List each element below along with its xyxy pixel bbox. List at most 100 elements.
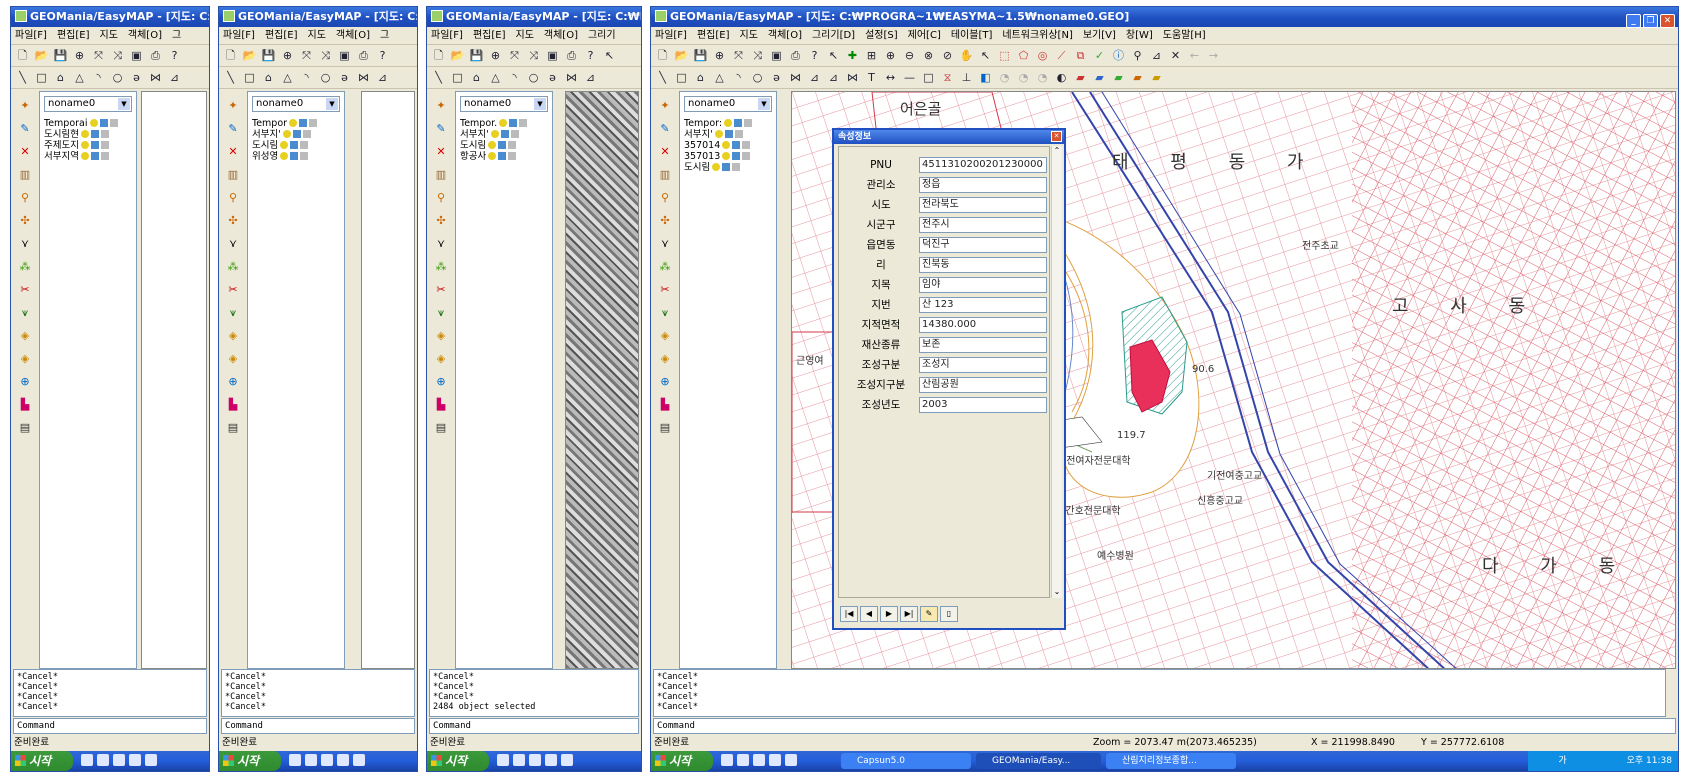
app-window-main[interactable]: GEOMania/EasyMAP - [지도: C:₩PROGRA~1₩EASY… (650, 6, 1679, 772)
color2-icon[interactable]: ◔ (1016, 70, 1031, 85)
clear-icon[interactable]: ✕ (1168, 48, 1183, 63)
desktop-icon[interactable] (737, 754, 749, 766)
delete-icon[interactable]: ✕ (433, 144, 449, 160)
menu-edit[interactable]: 편집[E] (57, 30, 90, 41)
triangle-tool-icon[interactable]: △ (488, 70, 503, 85)
edit-layer-icon[interactable] (498, 152, 507, 160)
pan-icon[interactable]: ✚ (845, 48, 860, 63)
map-view[interactable] (141, 91, 207, 669)
taskbar-item[interactable]: Capsun5.0 (841, 753, 971, 769)
pin-icon[interactable]: ⚲ (225, 190, 241, 206)
layer-style-icon[interactable] (734, 130, 743, 138)
crosshair-icon[interactable]: ⊕ (433, 374, 449, 390)
zoom-in-icon[interactable]: ⊕ (280, 48, 295, 63)
aerial-photo-view[interactable] (565, 91, 639, 669)
layer-item[interactable]: 도시림현 (44, 129, 132, 140)
zoom-window-icon[interactable]: ⤨ (318, 48, 333, 63)
rotate-icon[interactable]: ⋈ (845, 70, 860, 85)
pin-icon[interactable]: ⚲ (17, 190, 33, 206)
open-folder-icon[interactable]: 📂 (242, 48, 257, 63)
back-icon[interactable]: ← (1187, 48, 1202, 63)
theme-icon[interactable]: ▙ (17, 397, 33, 413)
menu-object[interactable]: 객체[O] (336, 30, 370, 41)
new-file-icon[interactable]: 🗋 (431, 48, 446, 63)
book-icon[interactable]: ▥ (225, 167, 241, 183)
edit-layer-icon[interactable] (90, 152, 99, 160)
menu-window[interactable]: 창[W] (1126, 30, 1153, 41)
menu-settings[interactable]: 설정[S] (865, 30, 898, 41)
layer-item[interactable]: 도시림 (460, 140, 548, 151)
add-layer-icon[interactable]: ✦ (433, 98, 449, 114)
merge-icon[interactable]: ⁂ (17, 259, 33, 275)
attribute-value[interactable]: 조성지 (919, 357, 1047, 373)
table-icon[interactable]: ▤ (657, 420, 673, 436)
scroll-up-icon[interactable]: ⌃ (1052, 146, 1062, 155)
menu-object[interactable]: 객체[O] (128, 30, 162, 41)
lightbulb-icon[interactable] (490, 130, 499, 138)
triangle-tool-icon[interactable]: △ (72, 70, 87, 85)
lightbulb-icon[interactable] (722, 152, 731, 160)
hline-icon[interactable]: — (902, 70, 917, 85)
print-icon[interactable]: ⎙ (356, 48, 371, 63)
add-layer-icon[interactable]: ✦ (17, 98, 33, 114)
lightbulb-icon[interactable] (80, 130, 89, 138)
ie-icon[interactable] (497, 754, 509, 766)
start-button[interactable]: 시작 (11, 751, 73, 771)
print-preview-icon[interactable]: ▣ (337, 48, 352, 63)
new-file-icon[interactable]: 🗋 (655, 48, 670, 63)
command-input[interactable]: Command (653, 718, 1676, 734)
layer-up-icon[interactable]: ◈ (225, 328, 241, 344)
attribute-dialog[interactable]: 속성정보 ✕ PNU 4511310200201230000 관리소 정읍 시도 전라북… (832, 128, 1066, 630)
menu-control[interactable]: 제어[C] (908, 30, 941, 41)
move-icon[interactable]: ✣ (225, 213, 241, 229)
close-icon[interactable]: ✕ (1051, 131, 1062, 142)
menu-file[interactable]: 파일[F] (15, 30, 47, 41)
dialog-scrollbar[interactable]: ⌃ ⌄ (1051, 146, 1062, 598)
layer-style-icon[interactable] (508, 141, 517, 149)
media-icon[interactable] (113, 754, 125, 766)
layer-item[interactable]: 서부지역 (44, 151, 132, 162)
layer-item[interactable]: 도시림 (252, 140, 340, 151)
style-icon[interactable]: ⊥ (959, 70, 974, 85)
attribute-value[interactable]: 14380.000 (919, 317, 1047, 333)
layer-down-icon[interactable]: ◈ (657, 351, 673, 367)
zoom-window-icon[interactable]: ⤨ (526, 48, 541, 63)
triangle-tool-icon[interactable]: △ (712, 70, 727, 85)
lightbulb-icon[interactable] (714, 130, 723, 138)
node-tool-icon[interactable]: ⋈ (148, 70, 163, 85)
map-selector[interactable]: noname0 ▼ (684, 96, 772, 112)
map-view[interactable] (361, 91, 415, 669)
move-icon[interactable]: ✣ (17, 213, 33, 229)
layer-color-3-icon[interactable]: ▰ (1111, 70, 1126, 85)
theme-icon[interactable]: ▙ (657, 397, 673, 413)
layer-style-icon[interactable] (109, 119, 118, 127)
text-tool-icon[interactable]: ǝ (337, 70, 352, 85)
fill-icon[interactable]: ◧ (978, 70, 993, 85)
circle-tool-icon[interactable]: ○ (318, 70, 333, 85)
layer-style-icon[interactable] (510, 130, 519, 138)
arc-tool-icon[interactable]: ◝ (731, 70, 746, 85)
zoom-extent-icon[interactable]: ⤧ (299, 48, 314, 63)
print-preview-icon[interactable]: ▣ (769, 48, 784, 63)
add-layer-icon[interactable]: ✦ (225, 98, 241, 114)
attribute-value[interactable]: 산림공원 (919, 377, 1047, 393)
book-icon[interactable]: ▥ (657, 167, 673, 183)
select-icon[interactable]: ↖ (978, 48, 993, 63)
split-icon[interactable]: ⋎ (657, 236, 673, 252)
chevron-down-icon[interactable]: ▼ (758, 98, 770, 110)
polygon-tool-icon[interactable]: ⌂ (693, 70, 708, 85)
layer-style-icon[interactable] (300, 141, 309, 149)
lightbulb-icon[interactable] (280, 152, 289, 160)
layer-down-icon[interactable]: ◈ (433, 351, 449, 367)
arc-tool-icon[interactable]: ◝ (299, 70, 314, 85)
text-tool-icon[interactable]: ǝ (769, 70, 784, 85)
media-icon[interactable] (321, 754, 333, 766)
zoom-in-icon[interactable]: ⊕ (488, 48, 503, 63)
app-icon[interactable] (785, 754, 797, 766)
pointer-icon[interactable]: ↖ (826, 48, 841, 63)
merge-icon[interactable]: ⁂ (657, 259, 673, 275)
open-folder-icon[interactable]: 📂 (450, 48, 465, 63)
lightbulb-icon[interactable] (280, 141, 289, 149)
menu-file[interactable]: 파일[F] (431, 30, 463, 41)
menu-edit[interactable]: 편집[E] (265, 30, 298, 41)
